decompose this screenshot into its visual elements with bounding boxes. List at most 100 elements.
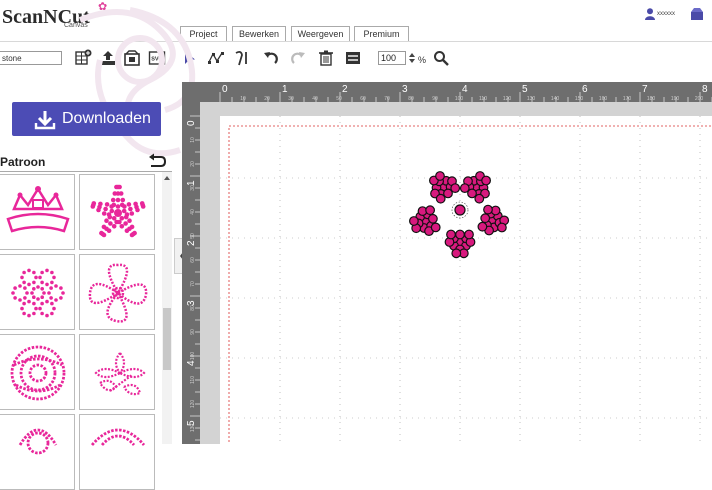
pattern-thumb[interactable] [0,414,75,490]
ruler-minor-label: 180 [647,96,656,102]
pattern-thumb[interactable] [79,414,155,490]
ruler-minor-label: 160 [599,96,608,102]
ruler-minor-label: 20 [190,161,196,167]
ruler-minor-label: 100 [190,352,196,361]
ruler-minor-label: 140 [551,96,560,102]
hibiscus-rhinestone-pattern [88,263,148,323]
ruler-minor-label: 190 [671,96,680,102]
ruler-major-label: 7 [642,84,648,95]
ruler-minor-label: 60 [190,257,196,263]
pattern-thumb[interactable] [0,334,75,410]
ruler-minor-label: 120 [190,400,196,409]
pattern-thumb[interactable] [79,254,155,330]
scrollbar-thumb[interactable] [163,308,171,370]
ruler-minor-label: 200 [695,96,704,102]
ruler-top-scale: 0 1 2 3 4 5 6 7 8 10 20 30 40 50 60 70 80 90 100 110 120 130 1… [219,84,712,102]
ruler-minor-label: 40 [190,209,196,215]
project-name-input[interactable]: stone [0,51,62,65]
rhinestone [496,222,507,233]
download-icon [34,111,56,130]
ruler-minor-label: 10 [190,137,196,143]
tab-premium[interactable]: Premium [354,26,409,41]
ruler-minor-label: 70 [190,281,196,287]
ruler-minor-label: 150 [575,96,584,102]
rhinestone [408,216,419,226]
undo-icon[interactable] [262,49,280,67]
redo-icon[interactable] [289,49,307,67]
rhinestone [483,204,493,215]
ruler-major-label: 2 [342,84,348,95]
rhinestone [430,222,441,233]
ruler-minor-label: 100 [455,96,464,102]
wreath-pattern [90,428,146,446]
ruler-corner [182,82,200,102]
zoom-input[interactable]: 100 [378,51,406,65]
ruler-left: 0 1 2 3 4 5 10 20 30 40 50 60 70 80 90 100 110 120 130 [182,102,200,444]
pattern-thumb[interactable] [79,334,155,410]
tab-bewerken[interactable]: Bewerken [232,26,286,41]
storage-box-icon[interactable] [690,7,704,21]
ruler-minor-label: 90 [432,96,438,102]
rhinestone-flower-design[interactable] [398,152,522,270]
ruler-major-label: 6 [582,84,588,95]
ruler-major-label: 0 [186,120,197,126]
ruler-minor-label: 130 [190,424,196,433]
ruler-top: 0 1 2 3 4 5 6 7 8 10 20 30 40 50 60 70 80 90 100 110 120 130 1… [200,82,712,102]
ruler-minor-label: 10 [240,96,246,102]
panel-divider [0,171,172,172]
delete-icon[interactable] [317,49,335,67]
rhinestone [446,229,456,240]
rhinestone [435,193,446,204]
crown-rhinestone-pattern [6,186,70,233]
rhinestone [480,213,491,224]
ruler-major-label: 3 [402,84,408,95]
rhinestone [428,213,438,224]
ruler-major-label: 4 [462,84,468,95]
star-flower-rhinestone-pattern [90,184,146,238]
ruler-minor-label: 50 [190,233,196,239]
tab-weergeven[interactable]: Weergeven [291,26,350,41]
layers-icon[interactable] [344,49,362,67]
ruler-major-label: 1 [282,84,288,95]
dot-flower-circle-pattern [11,268,65,318]
ruler-major-label: 1 [186,180,197,186]
rhinestone [455,229,465,240]
rhinestone [474,193,485,204]
zoom-unit: % [418,55,427,65]
ruler-major-label: 5 [522,84,528,95]
ruler-minor-label: 60 [360,96,366,102]
rose-bud-pattern [18,428,58,455]
lily-bouquet-pattern [94,352,146,396]
ruler-minor-label: 170 [623,96,632,102]
pattern-thumb[interactable] [79,174,155,250]
scroll-up-icon[interactable] [163,174,171,182]
section-title: Patroon [0,155,46,169]
ruler-minor-label: 90 [190,329,196,335]
ruler-minor-label: 40 [312,96,318,102]
text-path-icon[interactable] [233,49,251,67]
ruler-minor-label: 130 [527,96,536,102]
rhinestone [464,229,474,240]
back-arrow-icon[interactable] [148,153,166,167]
pattern-thumb[interactable] [0,254,75,330]
ruler-minor-label: 30 [190,185,196,191]
pattern-thumb[interactable] [0,174,75,250]
ruler-minor-label: 30 [288,96,294,102]
ruler-minor-label: 70 [384,96,390,102]
ruler-minor-label: 20 [264,96,270,102]
ruler-minor-label: 50 [336,96,342,102]
zoom-spinner-icon[interactable] [408,51,416,65]
magnifier-icon[interactable] [433,50,449,66]
rose-rhinestone-pattern [10,345,66,401]
ruler-minor-label: 80 [190,305,196,311]
user-icon[interactable] [645,8,655,20]
rhinestone-center [454,204,466,216]
rhinestone [459,183,470,193]
ruler-minor-label: 80 [408,96,414,102]
rhinestone [435,171,445,181]
user-name[interactable]: xxxxxx [657,11,675,17]
ruler-left-scale: 012345102030405060708090100110120130 [186,115,200,441]
rhinestone [481,175,491,186]
ruler-minor-label: 110 [479,96,487,102]
ruler-major-label: 0 [222,84,228,95]
